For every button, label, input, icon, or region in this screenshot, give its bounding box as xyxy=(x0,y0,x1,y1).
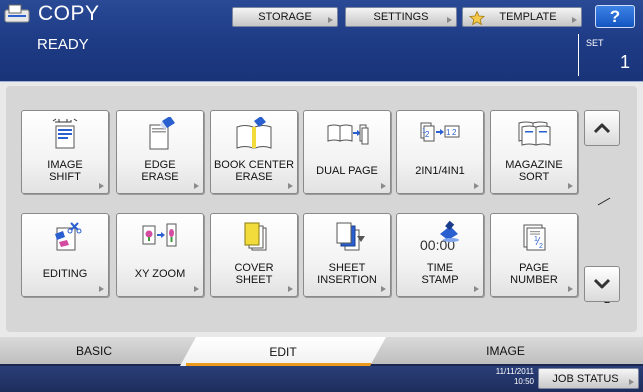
dual-page-icon xyxy=(327,124,369,145)
magazine-sort-button[interactable]: MAGAZINE SORT xyxy=(490,110,578,194)
footer-bar: 11/11/2011 10:50 JOB STATUS xyxy=(0,366,643,392)
chevron-up-icon xyxy=(593,123,611,134)
set-label: SET xyxy=(586,38,604,48)
help-button[interactable]: ? xyxy=(595,5,635,28)
more-options-arrow-icon xyxy=(381,286,386,292)
more-options-arrow-icon xyxy=(568,183,573,189)
time-text: 10:50 xyxy=(513,377,534,386)
more-options-arrow-icon xyxy=(288,286,293,292)
more-options-arrow-icon xyxy=(474,183,479,189)
page-number-label: PAGE NUMBER xyxy=(510,262,558,286)
more-options-arrow-icon xyxy=(194,183,199,189)
storage-button-label: STORAGE xyxy=(258,11,312,23)
sheet-insertion-icon xyxy=(336,222,365,251)
book-center-erase-button[interactable]: BOOK CENTER ERASE xyxy=(210,110,298,194)
xy-zoom-button[interactable]: XY ZOOM xyxy=(116,213,204,297)
book-center-erase-icon xyxy=(236,117,272,149)
set-count: 1 xyxy=(620,52,631,72)
svg-text:1: 1 xyxy=(446,128,451,137)
settings-button[interactable]: SETTINGS xyxy=(345,7,457,27)
star-icon xyxy=(469,11,485,25)
tab-edit-label: EDIT xyxy=(269,344,297,359)
settings-button-label: SETTINGS xyxy=(373,11,429,23)
editing-button[interactable]: EDITING xyxy=(21,213,109,297)
template-button-label: TEMPLATE xyxy=(499,11,557,23)
header-bar: COPY STORAGE SETTINGS TEMPLATE ? READY S… xyxy=(0,0,643,82)
more-options-arrow-icon xyxy=(194,286,199,292)
image-shift-button[interactable]: IMAGE SHIFT xyxy=(21,110,109,194)
svg-text:2: 2 xyxy=(452,128,457,137)
edge-erase-label: EDGE ERASE xyxy=(141,159,179,183)
xy-zoom-icon xyxy=(142,223,177,247)
more-options-arrow-icon xyxy=(99,286,104,292)
time-stamp-button[interactable]: 00:00 TIME STAMP xyxy=(396,213,484,297)
xy-zoom-label: XY ZOOM xyxy=(134,268,186,280)
more-options-arrow-icon xyxy=(288,183,293,189)
set-divider xyxy=(578,34,579,76)
tab-image[interactable]: IMAGE xyxy=(368,337,643,364)
tab-bar: BASIC IMAGE EDIT xyxy=(0,337,643,366)
tab-edit[interactable]: EDIT xyxy=(180,337,386,366)
editing-icon xyxy=(55,222,82,251)
more-options-arrow-icon xyxy=(381,183,386,189)
submenu-arrow-icon xyxy=(328,17,333,23)
page-number-button[interactable]: 1 2 PAGE NUMBER xyxy=(490,213,578,297)
more-options-arrow-icon xyxy=(474,286,479,292)
sheet-insertion-button[interactable]: SHEET INSERTION xyxy=(303,213,391,297)
edge-erase-button[interactable]: EDGE ERASE xyxy=(116,110,204,194)
scroll-up-button[interactable] xyxy=(584,110,620,146)
more-options-arrow-icon xyxy=(568,286,573,292)
time-stamp-label: TIME STAMP xyxy=(421,262,459,286)
scroll-down-button[interactable] xyxy=(584,266,620,302)
2in1-4in1-label: 2IN1/4IN1 xyxy=(415,165,465,177)
2in1-4in1-icon: 2 1 1 2 xyxy=(420,122,460,142)
more-options-arrow-icon xyxy=(99,183,104,189)
storage-button[interactable]: STORAGE xyxy=(232,7,338,27)
edge-erase-icon xyxy=(149,117,175,150)
image-shift-icon xyxy=(52,118,78,149)
cover-sheet-button[interactable]: COVER SHEET xyxy=(210,213,298,297)
date-text: 11/11/2011 xyxy=(495,367,534,376)
magazine-sort-label: MAGAZINE SORT xyxy=(505,159,563,183)
edit-panel: IMAGE SHIFT EDGE ERASE BOOK CENTER ERASE xyxy=(0,82,643,337)
dual-page-label: DUAL PAGE xyxy=(316,165,378,177)
tab-basic-label: BASIC xyxy=(75,343,112,358)
image-shift-label: IMAGE SHIFT xyxy=(47,159,83,183)
submenu-arrow-icon xyxy=(447,17,452,23)
machine-status: READY xyxy=(37,36,89,53)
book-center-erase-label: BOOK CENTER ERASE xyxy=(213,159,295,183)
sheet-insertion-label: SHEET INSERTION xyxy=(317,262,377,286)
cover-sheet-label: COVER SHEET xyxy=(234,262,274,286)
tab-image-label: IMAGE xyxy=(486,343,525,358)
date-time: 11/11/2011 10:50 xyxy=(474,367,534,387)
job-status-button[interactable]: JOB STATUS xyxy=(538,368,639,389)
2in1-4in1-button[interactable]: 2 1 1 2 2IN1/4IN1 xyxy=(396,110,484,194)
app-title: COPY xyxy=(38,2,100,25)
svg-text:1: 1 xyxy=(422,128,426,135)
submenu-arrow-icon xyxy=(572,17,577,23)
dual-page-button[interactable]: DUAL PAGE xyxy=(303,110,391,194)
magazine-sort-icon xyxy=(518,121,551,146)
tab-basic[interactable]: BASIC xyxy=(0,337,198,364)
submenu-arrow-icon xyxy=(629,379,634,385)
editing-label: EDITING xyxy=(42,268,88,280)
copy-icon xyxy=(4,4,30,23)
time-stamp-icon: 00:00 xyxy=(420,220,459,253)
cover-sheet-icon xyxy=(244,222,267,251)
svg-text:2: 2 xyxy=(539,243,543,250)
chevron-down-icon xyxy=(593,278,611,289)
template-button[interactable]: TEMPLATE xyxy=(462,7,582,27)
job-status-label: JOB STATUS xyxy=(552,372,619,385)
page-number-icon: 1 2 xyxy=(523,224,546,251)
